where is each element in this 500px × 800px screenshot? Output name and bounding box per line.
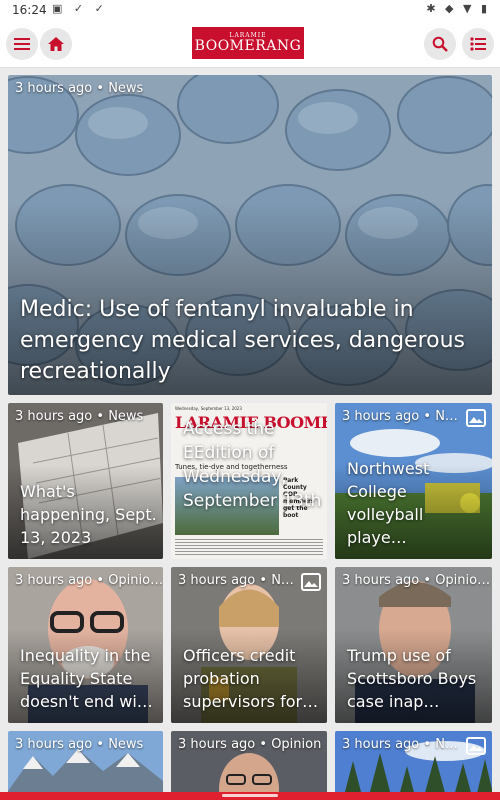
article-card[interactable]: 3 hours ago • Opinio… Inequality in the … — [8, 567, 163, 723]
card-headline: Northwest College volleyball playe… — [347, 459, 430, 547]
site-logo[interactable]: LARAMIE BOOMERANG — [192, 27, 304, 59]
hamburger-icon — [14, 38, 30, 50]
article-card[interactable]: 3 hours ago • Opinio… Trump use of Scott… — [335, 567, 492, 723]
newspaper-dateline: Wednesday, September 13, 2023 — [175, 406, 242, 411]
status-time: 16:24 — [12, 3, 47, 17]
gesture-handle[interactable] — [222, 794, 278, 797]
news-feed[interactable]: 3 hours ago • News Medic: Use of fentany… — [0, 68, 500, 792]
article-card[interactable]: 3 hours ago • N… — [335, 731, 492, 792]
gallery-icon — [301, 573, 321, 591]
article-card[interactable]: 3 hours ago • News — [8, 731, 163, 792]
list-icon — [470, 37, 486, 51]
card-meta: 3 hours ago • Opinion — [178, 737, 322, 752]
card-meta: 3 hours ago • N… — [178, 573, 294, 588]
system-icons: ✱ ◆ ▼ ▮ — [426, 2, 490, 15]
article-card[interactable]: 3 hours ago • N… Northwest College volle… — [335, 403, 492, 559]
card-meta: 3 hours ago • News — [15, 409, 144, 424]
menu-button[interactable] — [6, 28, 38, 60]
logo-big-text: BOOMERANG — [194, 38, 302, 54]
search-button[interactable] — [424, 28, 456, 60]
home-icon — [48, 37, 64, 51]
eedition-card[interactable]: Wednesday, September 13, 2023 LARAMIE BO… — [171, 403, 327, 559]
hero-meta: 3 hours ago • News — [15, 81, 144, 96]
article-card[interactable]: 3 hours ago • N… Officers credit probati… — [171, 567, 327, 723]
app-bar: LARAMIE BOOMERANG — [0, 20, 500, 68]
list-view-button[interactable] — [462, 28, 494, 60]
newspaper-columns — [175, 539, 323, 557]
gallery-icon — [466, 737, 486, 755]
card-meta: 3 hours ago • N… — [342, 737, 458, 752]
search-icon — [432, 36, 448, 52]
status-bar: 16:24 ▣ ✓ ✓ ✱ ◆ ▼ ▮ — [0, 0, 500, 20]
gallery-icon — [466, 409, 486, 427]
card-headline: Inequality in the Equality State doesn't… — [20, 646, 153, 711]
hero-article-card[interactable]: 3 hours ago • News Medic: Use of fentany… — [8, 75, 492, 395]
card-headline: Trump use of Scottsboro Boys case inap… — [347, 646, 477, 711]
card-headline: What's happening, Sept. 13, 2023 — [20, 482, 157, 547]
navigation-bar — [0, 792, 500, 800]
home-button[interactable] — [40, 28, 72, 60]
card-meta: 3 hours ago • Opinio… — [342, 573, 491, 588]
notification-icons: ▣ ✓ ✓ — [52, 2, 108, 15]
article-card[interactable]: 3 hours ago • Opinion — [171, 731, 327, 792]
article-card[interactable]: 3 hours ago • News What's happening, Sep… — [8, 403, 163, 559]
card-headline: Officers credit probation supervisors fo… — [183, 646, 319, 711]
card-meta: 3 hours ago • N… — [342, 409, 458, 424]
card-meta: 3 hours ago • News — [15, 737, 144, 752]
card-meta: 3 hours ago • Opinio… — [15, 573, 163, 588]
hero-headline: Medic: Use of fentanyl invaluable in eme… — [20, 297, 466, 384]
card-headline: Access the EEdition of Wednesday, Septem… — [183, 419, 322, 511]
